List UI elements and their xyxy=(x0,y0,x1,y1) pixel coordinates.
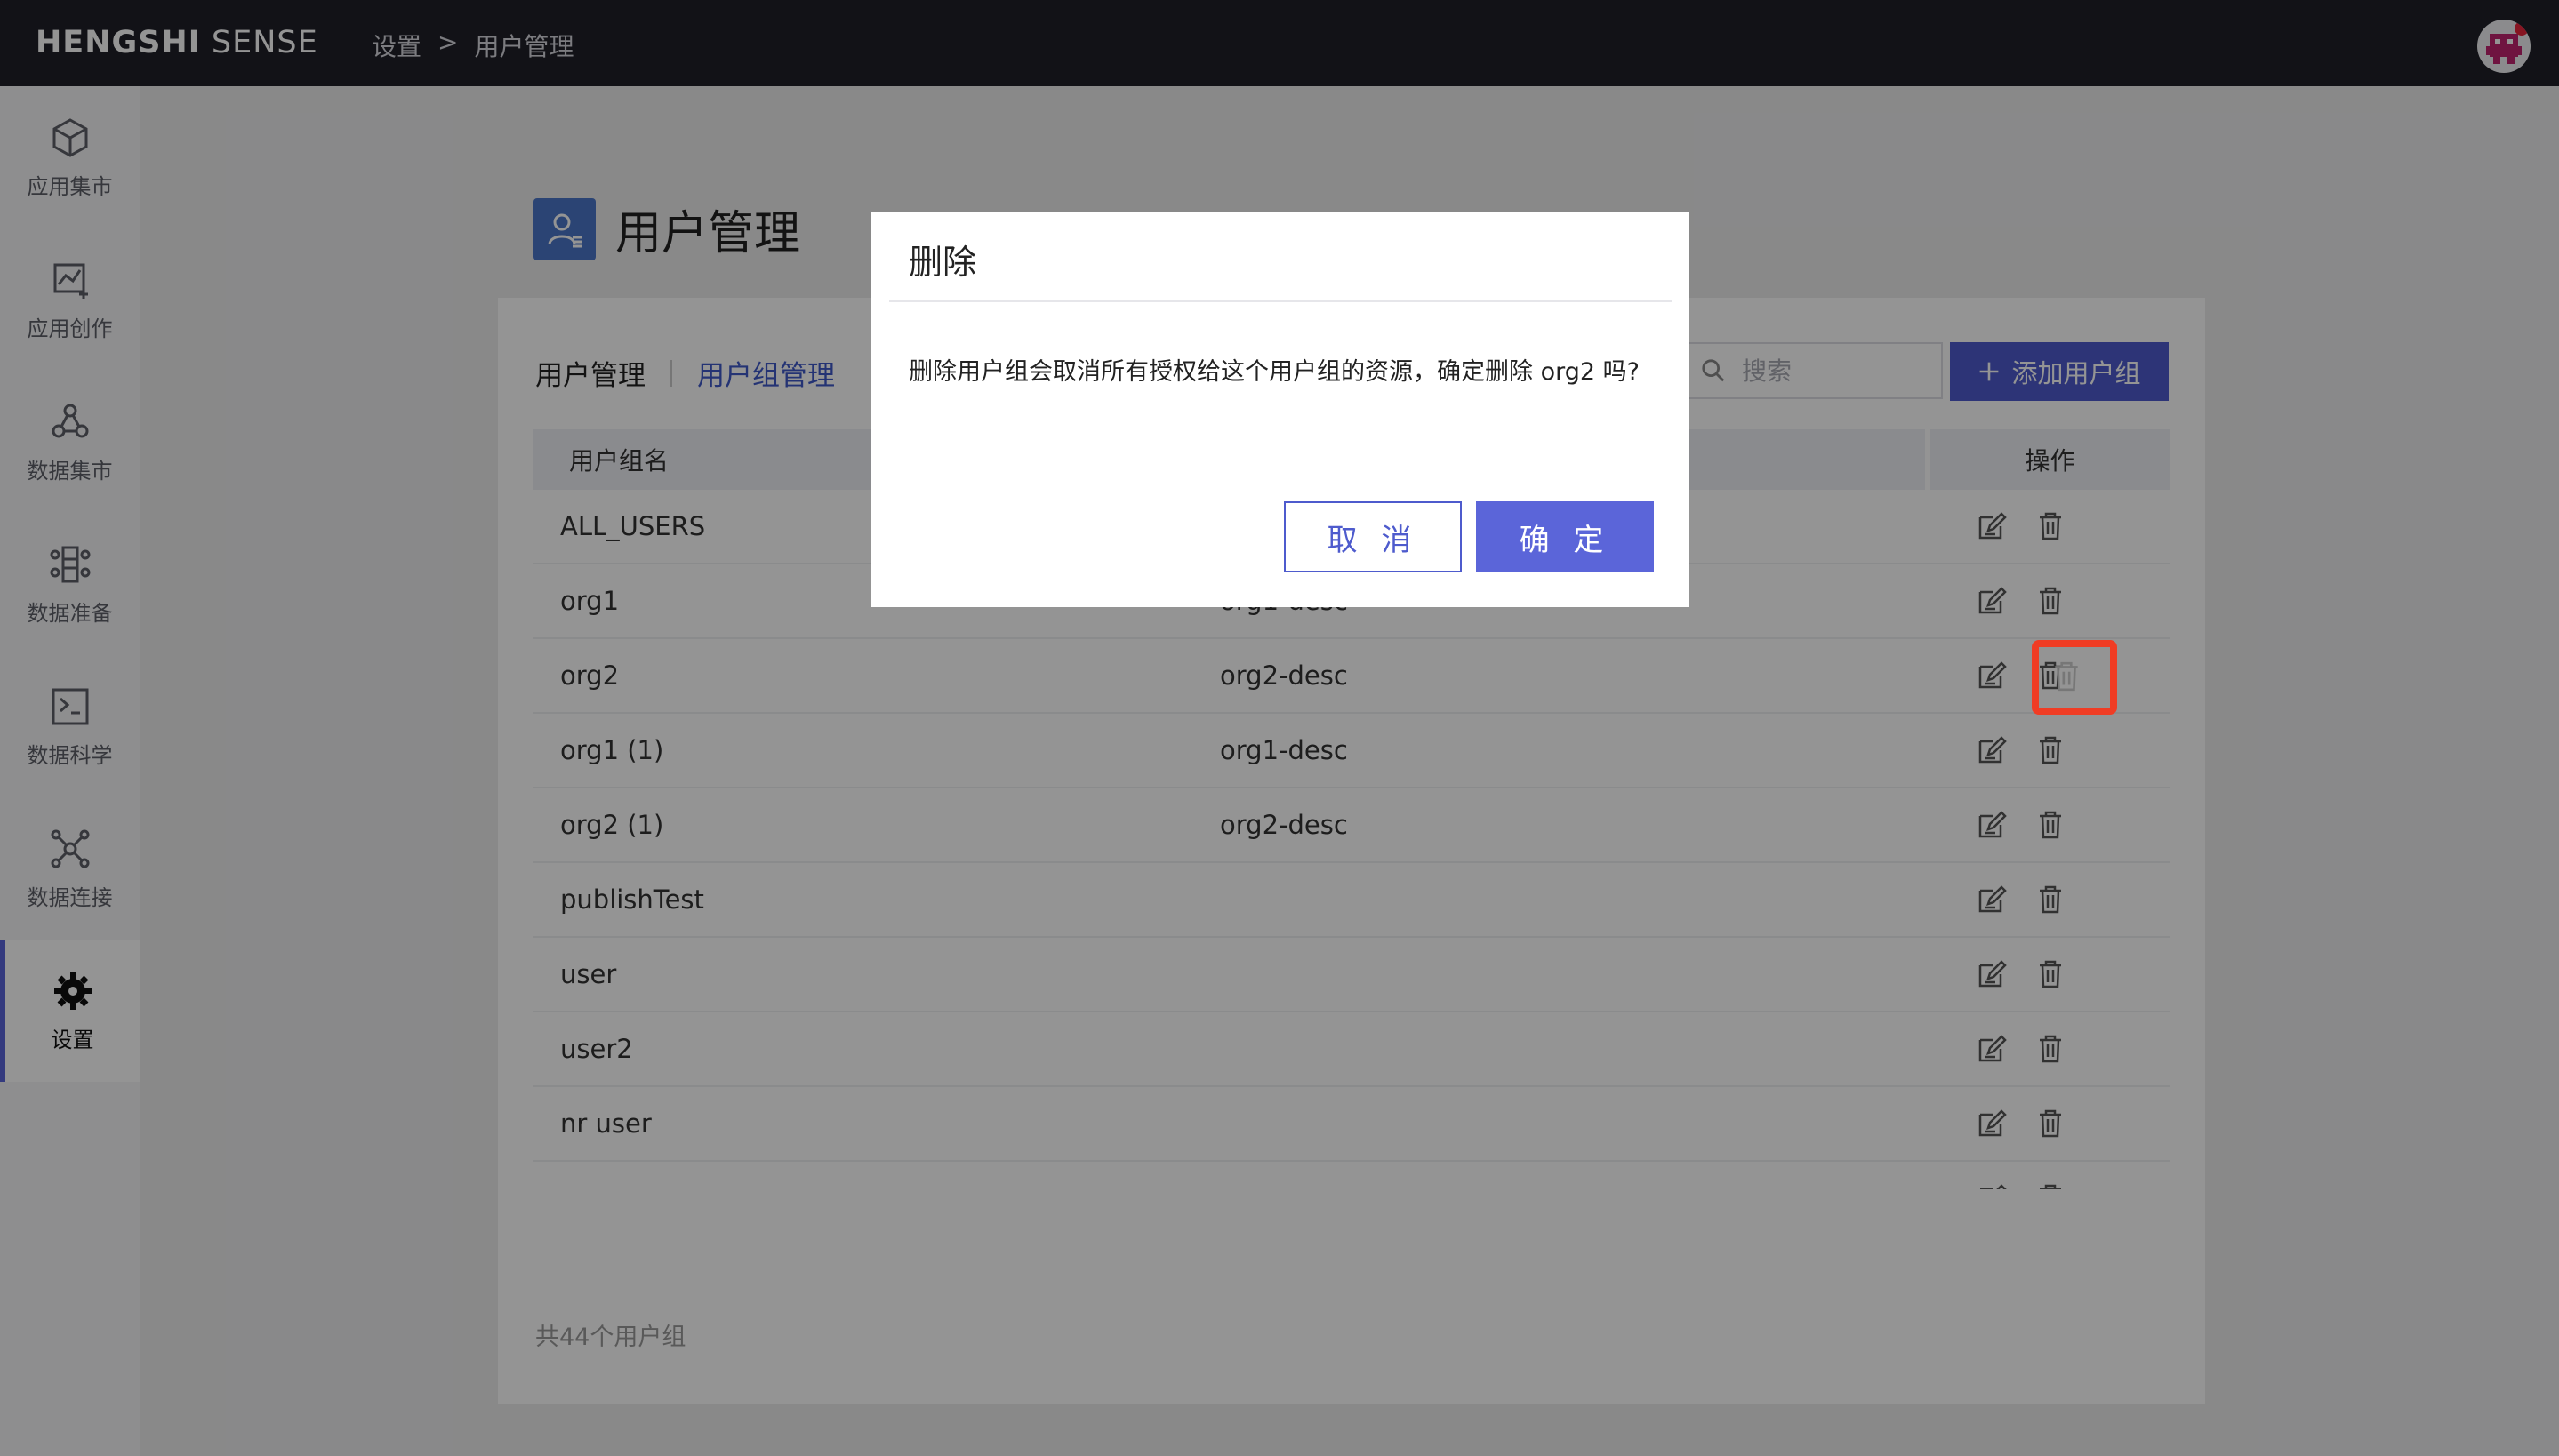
delete-dialog: 删除 删除用户组会取消所有授权给这个用户组的资源，确定删除 org2 吗? 取 … xyxy=(871,212,1689,607)
confirm-button[interactable]: 确 定 xyxy=(1476,501,1654,572)
dialog-title: 删除 xyxy=(909,243,977,282)
dialog-message: 删除用户组会取消所有授权给这个用户组的资源，确定删除 org2 吗? xyxy=(909,358,1640,386)
dialog-divider xyxy=(889,300,1672,302)
cancel-button[interactable]: 取 消 xyxy=(1284,501,1462,572)
highlight-box xyxy=(2032,640,2117,715)
